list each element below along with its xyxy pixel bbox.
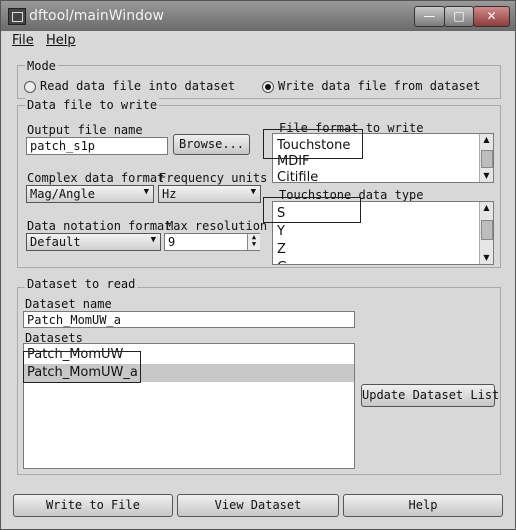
- chevron-down-icon: ▼: [143, 187, 149, 197]
- highlight-box: [263, 197, 361, 223]
- title-bar[interactable]: dftool/mainWindow — □ ✕: [1, 1, 515, 31]
- frequency-units-combo[interactable]: Hz ▼: [158, 185, 261, 203]
- menu-file[interactable]: File: [12, 33, 34, 48]
- scroll-thumb[interactable]: [481, 150, 493, 168]
- touchstone-type-scrollbar[interactable]: ▲ ▼: [479, 202, 493, 264]
- chevron-down-icon: ▼: [250, 187, 256, 197]
- close-icon: ✕: [486, 9, 497, 23]
- frequency-units-label: Frequency units: [159, 171, 268, 185]
- spin-arrows-icon[interactable]: ▲ ▼: [247, 234, 260, 250]
- highlight-box: [23, 351, 141, 383]
- minimize-button[interactable]: —: [414, 6, 445, 27]
- file-format-scrollbar[interactable]: ▲ ▼: [479, 134, 493, 182]
- help-button[interactable]: Help: [343, 494, 503, 517]
- read-radio-label[interactable]: Read data file into dataset: [40, 79, 235, 93]
- dataset-group-title: Dataset to read: [25, 277, 138, 291]
- write-radio[interactable]: [262, 81, 274, 93]
- scroll-up-icon[interactable]: ▲: [480, 202, 493, 214]
- maximize-button[interactable]: □: [444, 6, 474, 27]
- mode-group-title: Mode: [25, 59, 58, 73]
- list-item[interactable]: Z: [277, 242, 286, 257]
- notation-format-label: Data notation format: [27, 219, 172, 233]
- window-title: dftool/mainWindow: [29, 8, 164, 24]
- view-dataset-button[interactable]: View Dataset: [177, 494, 339, 517]
- notation-format-value: Default: [30, 235, 81, 249]
- notation-format-combo[interactable]: Default ▼: [26, 233, 161, 251]
- complex-format-combo[interactable]: Mag/Angle ▼: [26, 185, 154, 203]
- browse-button[interactable]: Browse...: [173, 134, 250, 155]
- chevron-down-icon: ▼: [150, 235, 156, 245]
- complex-format-label: Complex data format: [27, 171, 165, 185]
- update-dataset-list-button[interactable]: Update Dataset List: [361, 384, 499, 407]
- output-file-field[interactable]: patch_s1p: [26, 137, 168, 155]
- scroll-down-icon[interactable]: ▼: [480, 252, 493, 264]
- list-item[interactable]: Citifile: [277, 170, 318, 182]
- scroll-down-icon[interactable]: ▼: [480, 170, 493, 182]
- list-item[interactable]: Y: [277, 224, 285, 239]
- highlight-box: [263, 129, 363, 159]
- scroll-up-icon[interactable]: ▲: [480, 134, 493, 146]
- max-resolution-label: Max resolution: [166, 219, 268, 233]
- data-file-group-title: Data file to write: [25, 98, 160, 112]
- output-file-label: Output file name: [27, 123, 143, 137]
- menu-help[interactable]: Help: [46, 33, 76, 48]
- main-window: dftool/mainWindow — □ ✕ File Help Mode R…: [0, 0, 516, 530]
- max-resolution-value: 9: [168, 235, 176, 249]
- max-resolution-spinbox[interactable]: 9: [164, 233, 260, 251]
- scroll-thumb[interactable]: [481, 220, 493, 240]
- write-to-file-button[interactable]: Write to File: [13, 494, 173, 517]
- app-icon: [8, 8, 26, 25]
- maximize-icon: □: [453, 9, 465, 23]
- dataset-name-label: Dataset name: [25, 297, 112, 311]
- menu-bar: File Help: [1, 31, 515, 51]
- minimize-icon: —: [423, 9, 436, 23]
- read-radio[interactable]: [24, 81, 36, 93]
- write-radio-label[interactable]: Write data file from dataset: [278, 79, 480, 93]
- close-button[interactable]: ✕: [473, 6, 510, 27]
- frequency-units-value: Hz: [162, 187, 177, 201]
- complex-format-value: Mag/Angle: [30, 187, 96, 201]
- list-item[interactable]: G: [277, 260, 287, 264]
- dataset-name-field[interactable]: Patch_MomUW_a: [23, 311, 355, 328]
